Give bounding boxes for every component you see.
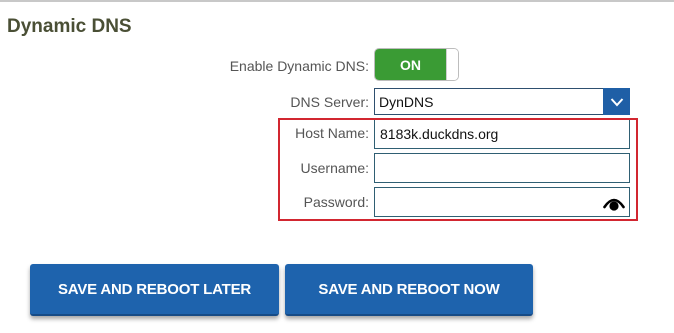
dns-server-label: DNS Server: xyxy=(290,94,369,110)
enable-dynamic-dns-label: Enable Dynamic DNS: xyxy=(229,58,369,74)
username-field[interactable] xyxy=(374,153,630,183)
host-name-input[interactable] xyxy=(375,120,629,148)
enable-dynamic-dns-toggle[interactable]: ON xyxy=(374,48,459,81)
password-field[interactable] xyxy=(374,187,630,217)
host-name-label: Host Name: xyxy=(295,125,369,141)
chevron-down-icon xyxy=(610,97,623,106)
save-and-reboot-later-button[interactable]: SAVE AND REBOOT LATER xyxy=(30,264,279,316)
password-input[interactable] xyxy=(375,188,629,216)
eye-icon xyxy=(603,198,625,211)
section-title: Dynamic DNS xyxy=(7,16,132,37)
dns-server-value: DynDNS xyxy=(379,94,434,110)
dropdown-button[interactable] xyxy=(603,88,630,115)
dns-server-select[interactable]: DynDNS xyxy=(374,88,630,115)
save-and-reboot-now-button[interactable]: SAVE AND REBOOT NOW xyxy=(285,264,533,316)
host-name-field[interactable] xyxy=(374,119,630,149)
password-label: Password: xyxy=(303,194,369,210)
username-input[interactable] xyxy=(375,154,629,182)
show-password-toggle[interactable] xyxy=(603,192,625,212)
toggle-knob xyxy=(446,49,458,80)
toggle-on-label: ON xyxy=(375,49,446,80)
username-label: Username: xyxy=(300,160,369,176)
top-divider xyxy=(0,0,674,2)
